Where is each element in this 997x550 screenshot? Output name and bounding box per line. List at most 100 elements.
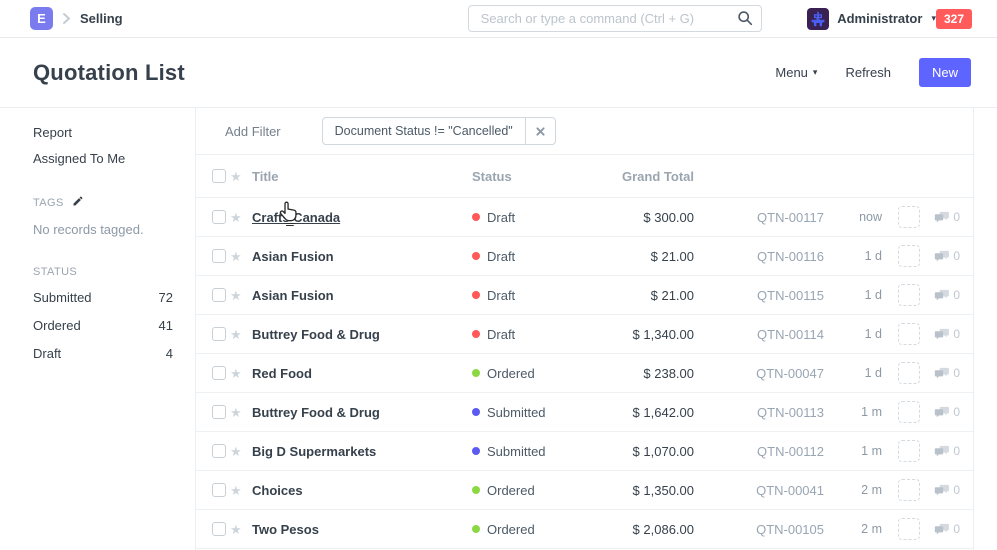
row-checkbox[interactable]: [212, 405, 226, 419]
breadcrumb-selling[interactable]: Selling: [80, 11, 123, 26]
assign-placeholder[interactable]: [898, 284, 920, 306]
row-status: Draft: [472, 327, 602, 342]
row-age: 1 m: [824, 405, 882, 419]
sidebar-item-assigned-to-me[interactable]: Assigned To Me: [33, 151, 173, 166]
robot-icon: [810, 11, 826, 27]
row-age: 2 m: [824, 522, 882, 536]
menu-button-label: Menu: [775, 65, 808, 80]
status-filter-count: 41: [159, 318, 173, 333]
row-age: 1 d: [824, 288, 882, 302]
table-row[interactable]: ★ Crafts Canada Draft $ 300.00 QTN-00117…: [196, 198, 973, 237]
row-checkbox[interactable]: [212, 522, 226, 536]
remove-filter-icon[interactable]: [525, 118, 555, 144]
star-icon[interactable]: ★: [230, 484, 252, 497]
row-status: Draft: [472, 210, 602, 225]
row-title-link[interactable]: Buttrey Food & Drug: [252, 405, 472, 420]
status-filter-ordered[interactable]: Ordered41: [33, 318, 173, 333]
table-row[interactable]: ★ Two Pesos Ordered $ 2,086.00 QTN-00105…: [196, 510, 973, 549]
row-title-link[interactable]: Buttrey Food & Drug: [252, 327, 472, 342]
row-title-link[interactable]: Asian Fusion: [252, 249, 472, 264]
comments-icon: [934, 289, 949, 302]
table-row[interactable]: ★ Asian Fusion Draft $ 21.00 QTN-00116 1…: [196, 237, 973, 276]
table-row[interactable]: ★ Buttrey Food & Drug Submitted $ 1,642.…: [196, 393, 973, 432]
filter-bar: Add Filter Document Status != "Cancelled…: [196, 108, 973, 155]
comment-count: 0: [953, 405, 960, 419]
row-checkbox[interactable]: [212, 366, 226, 380]
column-title: Title: [252, 169, 472, 184]
status-dot-icon: [472, 525, 480, 533]
edit-tags-icon[interactable]: [72, 195, 84, 210]
row-checkbox[interactable]: [212, 249, 226, 263]
assign-placeholder[interactable]: [898, 401, 920, 423]
status-filter-count: 72: [159, 290, 173, 305]
menu-button[interactable]: Menu ▾: [775, 65, 817, 80]
star-icon[interactable]: ★: [230, 523, 252, 536]
select-all-checkbox[interactable]: [212, 169, 226, 183]
row-title-link[interactable]: Big D Supermarkets: [252, 444, 472, 459]
row-comments: 0: [920, 366, 960, 380]
comment-count: 0: [953, 249, 960, 263]
tags-empty-text: No records tagged.: [33, 222, 173, 237]
star-icon[interactable]: ★: [230, 250, 252, 263]
status-dot-icon: [472, 291, 480, 299]
table-row[interactable]: ★ Asian Fusion Draft $ 21.00 QTN-00115 1…: [196, 276, 973, 315]
search-input[interactable]: [468, 5, 763, 32]
refresh-button[interactable]: Refresh: [845, 65, 891, 80]
filter-chip-label[interactable]: Document Status != "Cancelled": [323, 118, 525, 144]
row-comments: 0: [920, 327, 960, 341]
star-icon[interactable]: ★: [230, 211, 252, 224]
row-checkbox[interactable]: [212, 288, 226, 302]
status-filter-draft[interactable]: Draft4: [33, 346, 173, 361]
row-title-link[interactable]: Asian Fusion: [252, 288, 472, 303]
notification-badge[interactable]: 327: [936, 9, 972, 29]
avatar: [807, 8, 829, 30]
assign-placeholder[interactable]: [898, 362, 920, 384]
table-row[interactable]: ★ Buttrey Food & Drug Draft $ 1,340.00 Q…: [196, 315, 973, 354]
app-logo[interactable]: E: [30, 7, 53, 30]
new-button[interactable]: New: [919, 58, 971, 87]
assign-placeholder[interactable]: [898, 518, 920, 540]
row-title-link[interactable]: Two Pesos: [252, 522, 472, 537]
row-id: QTN-00114: [694, 327, 824, 342]
table-row[interactable]: ★ Red Food Ordered $ 238.00 QTN-00047 1 …: [196, 354, 973, 393]
status-label: Ordered: [487, 522, 535, 537]
star-icon[interactable]: ★: [230, 445, 252, 458]
row-age: 1 d: [824, 327, 882, 341]
row-comments: 0: [920, 249, 960, 263]
row-status: Ordered: [472, 366, 602, 381]
comment-count: 0: [953, 522, 960, 536]
row-checkbox[interactable]: [212, 327, 226, 341]
add-filter-button[interactable]: Add Filter: [225, 124, 281, 139]
assign-placeholder[interactable]: [898, 323, 920, 345]
row-title-link[interactable]: Crafts Canada: [252, 210, 472, 225]
comment-count: 0: [953, 483, 960, 497]
assign-placeholder[interactable]: [898, 245, 920, 267]
row-age: 1 d: [824, 249, 882, 263]
column-status: Status: [472, 169, 602, 184]
table-row[interactable]: ★ Choices Ordered $ 1,350.00 QTN-00041 2…: [196, 471, 973, 510]
row-status: Draft: [472, 249, 602, 264]
star-icon[interactable]: ★: [230, 367, 252, 380]
tags-heading: TAGS: [33, 197, 64, 209]
status-filter-label: Draft: [33, 346, 61, 361]
global-search: [468, 5, 763, 32]
page-actions: Menu ▾ Refresh New: [775, 58, 971, 87]
assign-placeholder[interactable]: [898, 440, 920, 462]
user-menu[interactable]: Administrator ▾: [807, 8, 936, 30]
row-status: Ordered: [472, 483, 602, 498]
search-icon[interactable]: [737, 10, 753, 31]
assign-placeholder[interactable]: [898, 479, 920, 501]
star-icon[interactable]: ★: [230, 289, 252, 302]
sidebar-item-report[interactable]: Report: [33, 125, 173, 140]
star-icon[interactable]: ★: [230, 406, 252, 419]
row-checkbox[interactable]: [212, 210, 226, 224]
brand-area: E Selling: [30, 7, 123, 30]
status-filter-submitted[interactable]: Submitted72: [33, 290, 173, 305]
row-checkbox[interactable]: [212, 444, 226, 458]
row-title-link[interactable]: Red Food: [252, 366, 472, 381]
table-row[interactable]: ★ Big D Supermarkets Submitted $ 1,070.0…: [196, 432, 973, 471]
assign-placeholder[interactable]: [898, 206, 920, 228]
star-icon[interactable]: ★: [230, 328, 252, 341]
row-title-link[interactable]: Choices: [252, 483, 472, 498]
row-checkbox[interactable]: [212, 483, 226, 497]
